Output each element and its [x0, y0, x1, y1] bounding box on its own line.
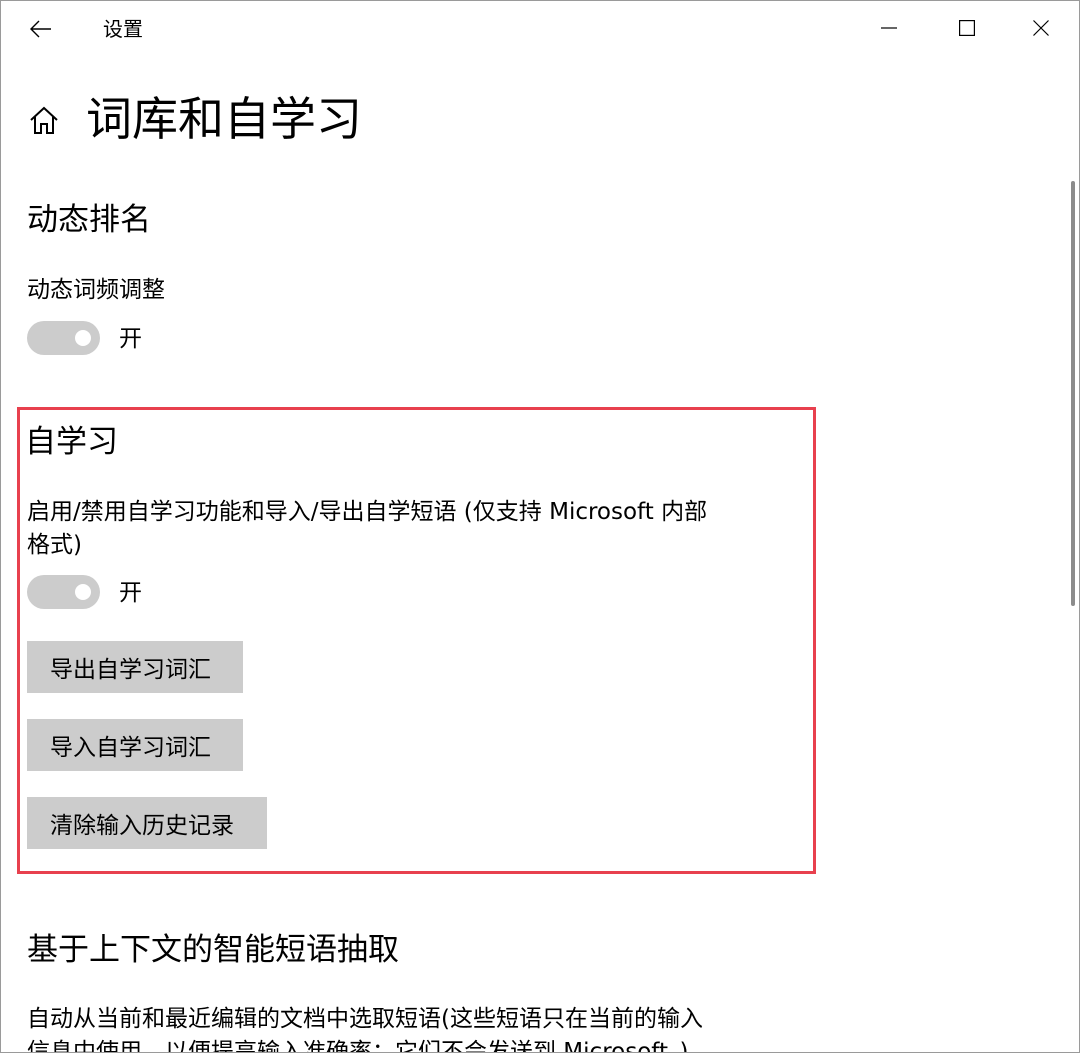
context-phrases-description-line1: 自动从当前和最近编辑的文档中选取短语(这些短语只在当前的输入 — [27, 1006, 703, 1032]
vertical-scrollbar[interactable] — [1071, 181, 1075, 606]
toggle-knob — [75, 330, 91, 346]
context-phrases-description-line2: 信息中使用，以便提高输入准确率；它们不会发送到 Microsoft。) — [27, 1039, 689, 1053]
minimize-icon — [881, 27, 897, 29]
home-button[interactable] — [27, 103, 61, 137]
home-icon — [30, 106, 58, 134]
self-learning-label-line1: 启用/禁用自学习功能和导入/导出自学短语 (仅支持 Microsoft 内部 — [27, 499, 708, 525]
self-learning-heading: 自学习 — [25, 424, 118, 460]
toggle-knob — [75, 584, 91, 600]
dynamic-ranking-heading: 动态排名 — [27, 202, 151, 238]
dynamic-frequency-label: 动态词频调整 — [27, 277, 165, 303]
clear-history-button[interactable]: 清除输入历史记录 — [27, 797, 267, 849]
close-button[interactable] — [1011, 5, 1071, 51]
page-title: 词库和自学习 — [86, 92, 362, 146]
dynamic-frequency-toggle[interactable] — [27, 321, 100, 355]
close-icon — [1033, 20, 1049, 36]
app-title: 设置 — [103, 17, 143, 41]
settings-window: 设置 词库和自学习 动态排名 动态词频调整 开 自学习 启用/禁用自学习功能和导… — [0, 0, 1080, 1053]
maximize-icon — [959, 20, 975, 36]
title-bar: 设置 — [1, 1, 1079, 57]
self-learning-toggle-state: 开 — [119, 580, 142, 606]
self-learning-toggle[interactable] — [27, 575, 100, 609]
import-vocabulary-button[interactable]: 导入自学习词汇 — [27, 719, 243, 771]
arrow-left-icon — [30, 20, 51, 38]
maximize-button[interactable] — [937, 5, 997, 51]
back-button[interactable] — [19, 11, 63, 47]
self-learning-label-line2: 格式) — [27, 532, 82, 558]
minimize-button[interactable] — [859, 5, 919, 51]
context-phrases-heading: 基于上下文的智能短语抽取 — [27, 932, 399, 968]
export-vocabulary-button[interactable]: 导出自学习词汇 — [27, 641, 243, 693]
dynamic-frequency-toggle-state: 开 — [119, 326, 142, 352]
